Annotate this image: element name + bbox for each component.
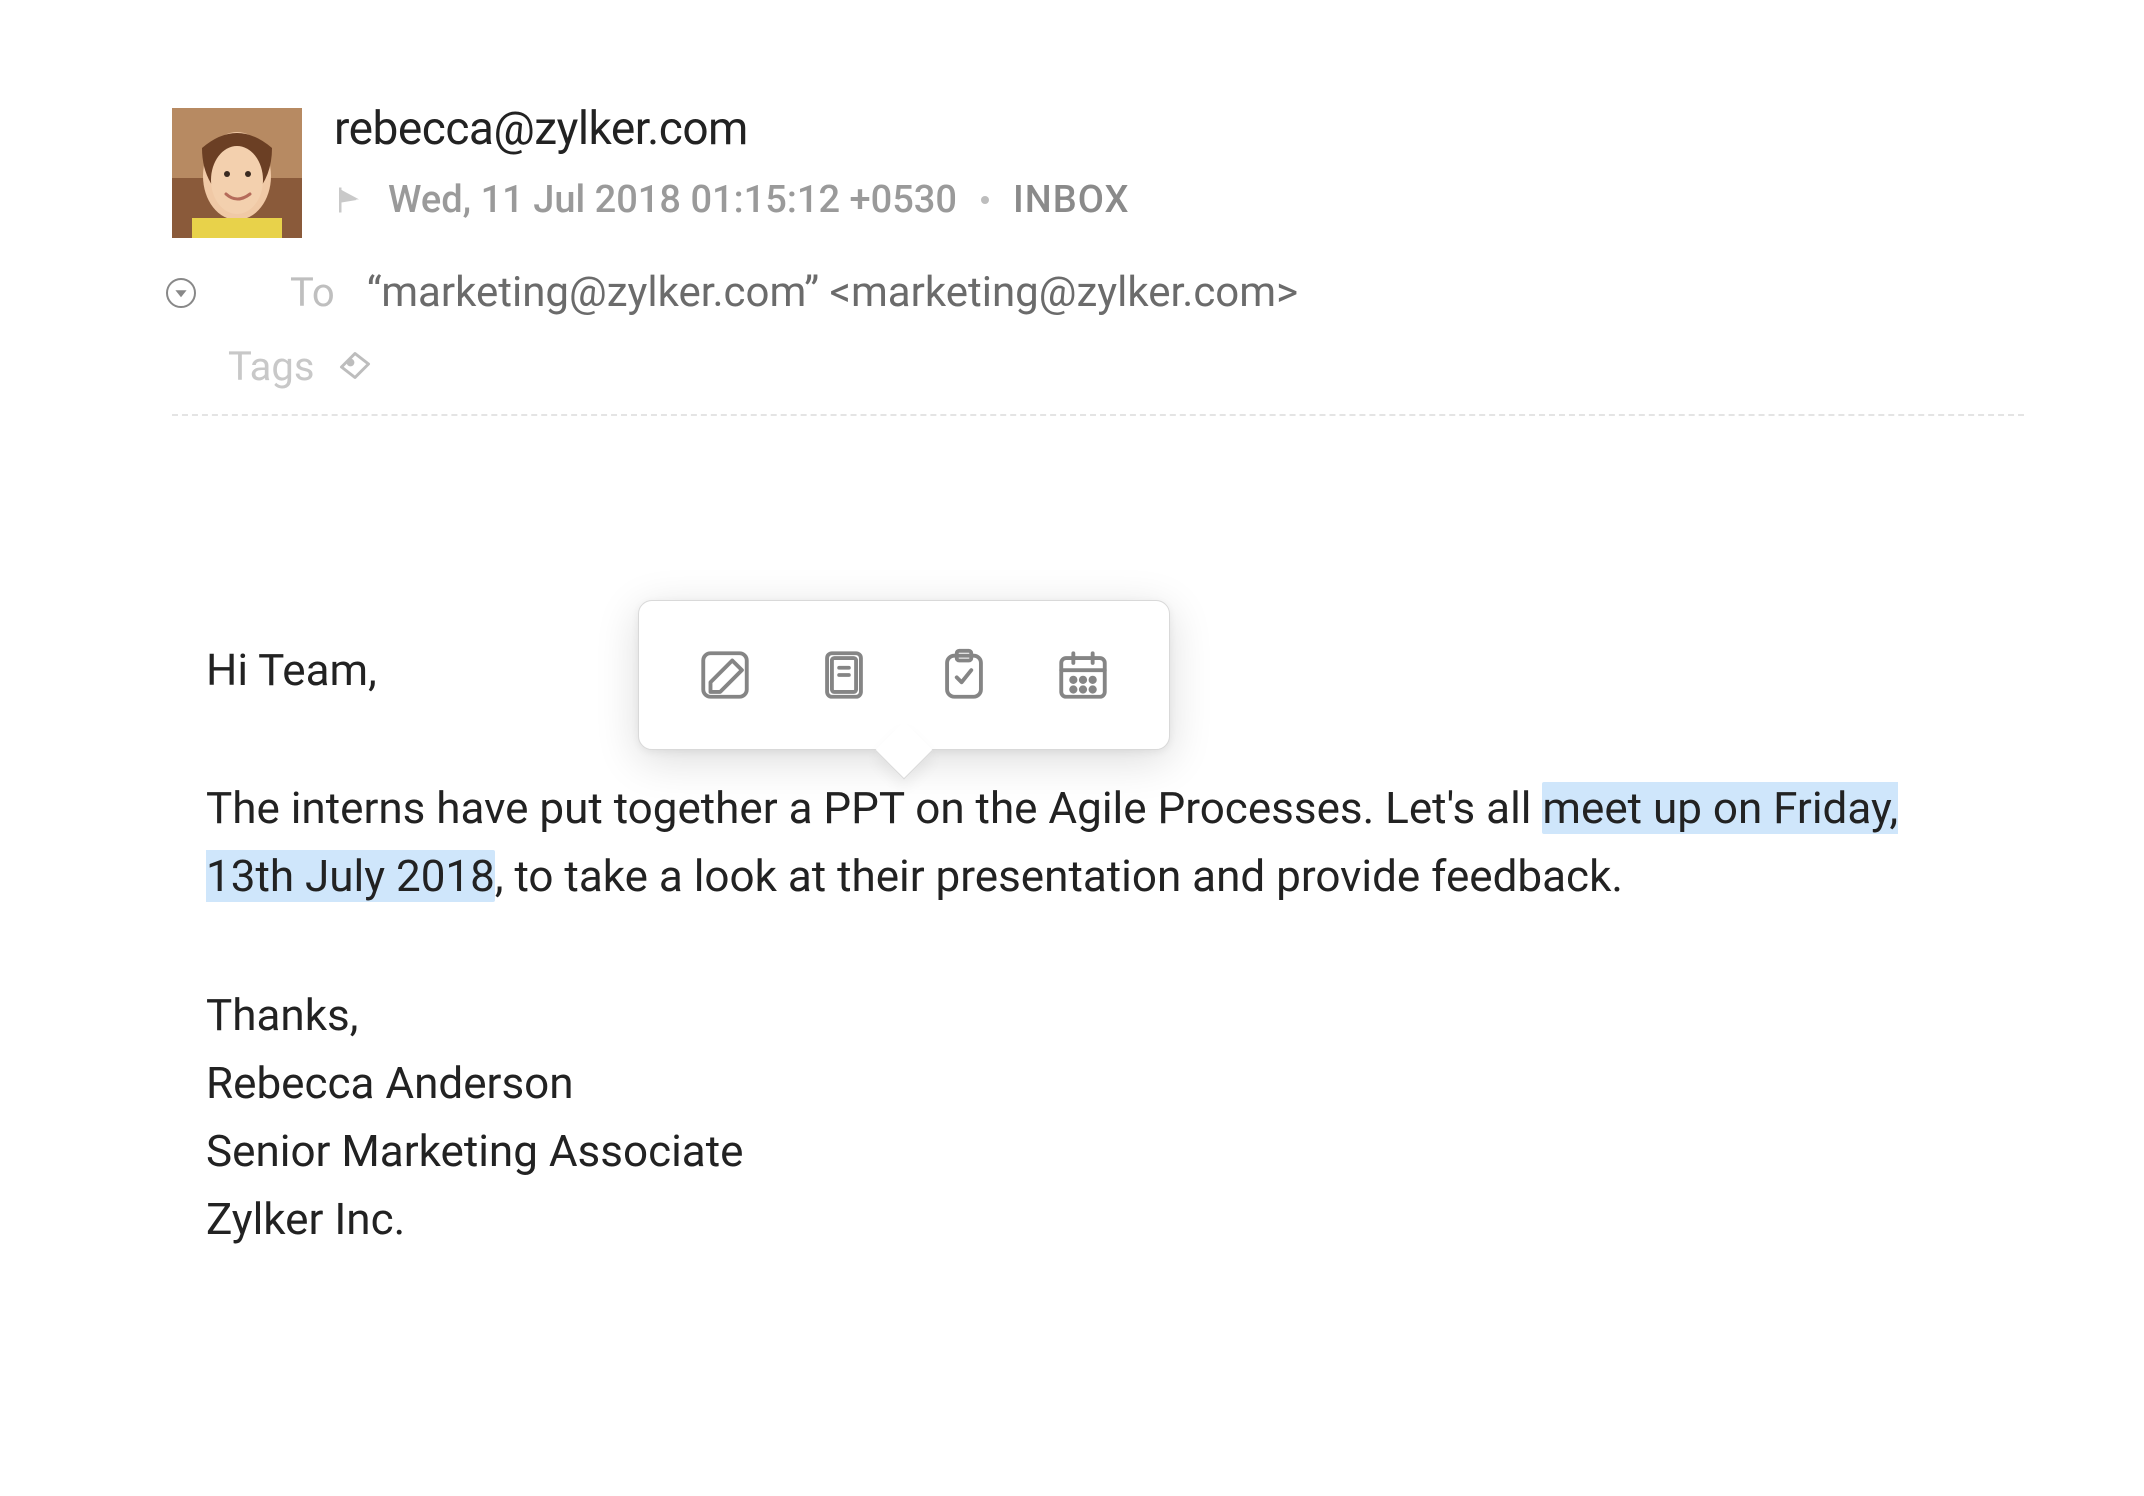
signature-title: Senior Marketing Associate xyxy=(206,1117,1926,1185)
tag-icon[interactable] xyxy=(337,349,373,385)
signature-name: Rebecca Anderson xyxy=(206,1049,1926,1117)
email-body[interactable]: Hi Team, The interns have put together a… xyxy=(206,636,1926,1253)
expand-details-icon[interactable] xyxy=(166,278,196,308)
greeting-text: Hi Team, xyxy=(206,636,1926,704)
para-post: , to take a look at their presentation a… xyxy=(495,850,1623,902)
to-address: “marketing@zylker.com” <marketing@zylker… xyxy=(367,268,1298,317)
sender-avatar[interactable] xyxy=(172,108,302,238)
flag-icon[interactable] xyxy=(334,185,364,215)
para-pre: The interns have put together a PPT on t… xyxy=(206,782,1542,834)
from-address: rebecca@zylker.com xyxy=(334,102,2024,156)
tags-label: Tags xyxy=(228,343,315,390)
signature-thanks: Thanks, xyxy=(206,981,1926,1049)
email-date: Wed, 11 Jul 2018 01:15:12 +0530 xyxy=(388,178,957,222)
signature-company: Zylker Inc. xyxy=(206,1185,1926,1253)
folder-label[interactable]: INBOX xyxy=(1013,178,1129,222)
separator-dot xyxy=(981,196,989,204)
header-divider xyxy=(172,414,2024,416)
body-paragraph: The interns have put together a PPT on t… xyxy=(206,774,1926,910)
to-label: To xyxy=(290,269,335,316)
